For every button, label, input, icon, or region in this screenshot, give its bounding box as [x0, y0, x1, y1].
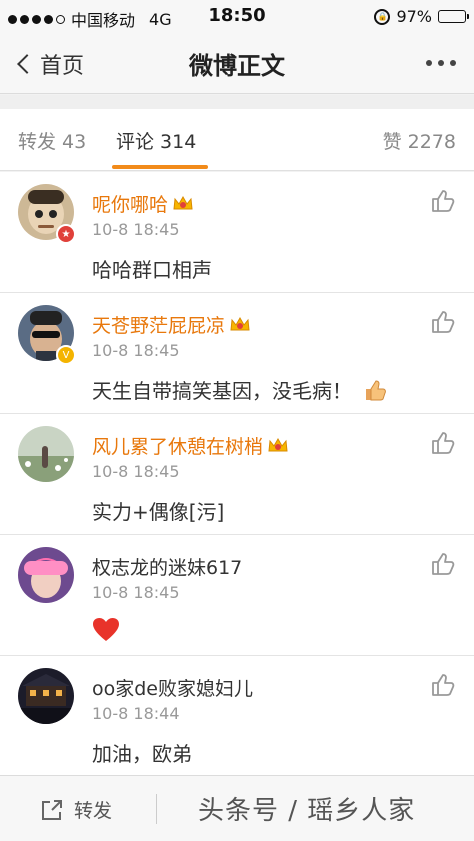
status-right: 🔒 97% [374, 7, 469, 26]
share-icon [42, 799, 62, 820]
comment-username[interactable]: oo家de败家媳妇儿 [92, 674, 253, 701]
comment-username[interactable]: 风儿累了休憩在树梢 [92, 432, 289, 459]
active-tab-indicator [112, 165, 208, 169]
heart-emoji-icon [93, 618, 119, 641]
comment-item: 风儿累了休憩在树梢 10-8 18:45 实力+偶像[污] [0, 414, 474, 535]
avatar[interactable] [18, 668, 74, 724]
tab-bar: 转发 43 评论 314 赞 2278 [0, 109, 474, 171]
comment-username[interactable]: 天苍野茫屁屁凉 [92, 311, 251, 338]
comment-content: 实力+偶像[污] [92, 500, 225, 524]
comment-text: 天生自带搞笑基因，没毛病！ [92, 379, 352, 403]
comment-content [92, 617, 120, 643]
verified-badge-icon: V [56, 345, 76, 365]
comment-item: oo家de败家媳妇儿 10-8 18:44 加油，欧弟 [0, 656, 474, 777]
username-text: 天苍野茫屁屁凉 [92, 315, 226, 337]
comment-time: 10-8 18:45 [92, 583, 180, 602]
comment-time: 10-8 18:45 [92, 462, 180, 481]
verified-badge-icon: ★ [56, 224, 76, 244]
username-text: oo家de败家媳妇儿 [92, 678, 253, 700]
comment-time: 10-8 18:45 [92, 220, 180, 239]
nav-bar: 首页 微博正文 [0, 34, 474, 94]
separator [0, 95, 474, 109]
thumbs-up-emoji-icon [366, 379, 386, 400]
battery-percent: 97% [396, 7, 432, 26]
repost-button[interactable]: 转发 [40, 796, 112, 823]
like-icon[interactable] [430, 188, 456, 214]
username-text: 风儿累了休憩在树梢 [92, 436, 264, 458]
toolbar-divider [156, 794, 157, 824]
avatar[interactable] [18, 547, 74, 603]
tab-repost[interactable]: 转发 43 [18, 127, 86, 154]
comment-username[interactable]: 权志龙的迷妹617 [92, 553, 242, 580]
vip-crown-icon [229, 316, 251, 334]
vip-crown-icon [267, 437, 289, 455]
like-icon[interactable] [430, 551, 456, 577]
comment-time: 10-8 18:45 [92, 341, 180, 360]
comment-time: 10-8 18:44 [92, 704, 180, 723]
tab-likes[interactable]: 赞 2278 [383, 127, 456, 154]
more-icon[interactable] [426, 60, 456, 66]
comment-item: ★ 呢你哪哈 10-8 18:45 哈哈群口相声 [0, 172, 474, 293]
watermark: 头条号 / 瑶乡人家 [198, 796, 416, 826]
like-icon[interactable] [430, 430, 456, 456]
comment-content: 加油，欧弟 [92, 742, 192, 766]
rotation-lock-icon: 🔒 [374, 8, 391, 25]
bottom-toolbar: 转发 头条号 / 瑶乡人家 [0, 775, 474, 841]
page-title: 微博正文 [189, 52, 285, 80]
comment-item: V 天苍野茫屁屁凉 10-8 18:45 天生自带搞笑基因，没毛病！ [0, 293, 474, 414]
username-text: 权志龙的迷妹617 [92, 557, 243, 579]
vip-crown-icon [172, 195, 194, 213]
repost-label: 转发 [74, 800, 113, 822]
username-text: 呢你哪哈 [92, 194, 169, 216]
comment-content: 天生自带搞笑基因，没毛病！ [92, 375, 388, 404]
comment-list: ★ 呢你哪哈 10-8 18:45 哈哈群口相声 V 天苍野茫屁屁凉 10-8 … [0, 172, 474, 777]
like-icon[interactable] [430, 672, 456, 698]
comment-content: 哈哈群口相声 [92, 258, 212, 282]
battery-icon [438, 10, 469, 23]
avatar[interactable] [18, 426, 74, 482]
comment-item: 权志龙的迷妹617 10-8 18:45 [0, 535, 474, 656]
status-bar: 中国移动 4G 18:50 🔒 97% [0, 0, 474, 34]
tab-comments[interactable]: 评论 314 [116, 127, 196, 154]
like-icon[interactable] [430, 309, 456, 335]
comment-username[interactable]: 呢你哪哈 [92, 190, 194, 217]
